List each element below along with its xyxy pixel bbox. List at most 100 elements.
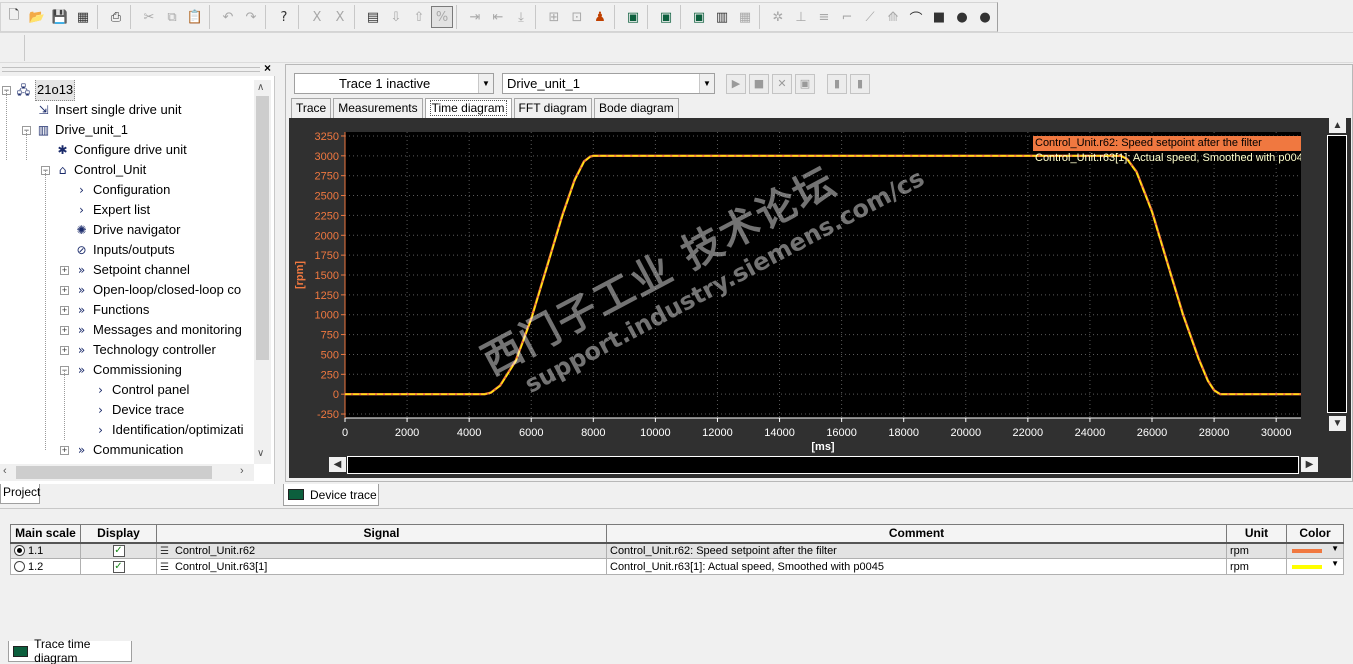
expand-icon[interactable]: +	[60, 285, 69, 295]
close-icon[interactable]: ×	[264, 61, 271, 75]
tab-measurements[interactable]: Measurements	[333, 98, 423, 118]
tab-project[interactable]: Project	[0, 484, 40, 504]
profile-icon[interactable]: ⊥	[790, 6, 812, 28]
stop-trace-button[interactable]: ■	[749, 74, 769, 94]
scroll-up-icon[interactable]: ▲	[1329, 118, 1346, 133]
diagram-horizontal-scrollbar[interactable]	[347, 456, 1299, 474]
tab-time-diagram[interactable]: Time diagram	[424, 98, 512, 118]
chevron-down-icon[interactable]: ▼	[699, 74, 714, 93]
main-scale-cell[interactable]: 1.1	[10, 542, 81, 559]
table-row[interactable]: 1.2 ✓ ☰ Control_Unit.r63[1] Control_Unit.r63…	[10, 558, 1344, 575]
expand-icon[interactable]: +	[60, 325, 69, 335]
tree-vertical-scrollbar[interactable]: ∧ ∨	[254, 80, 271, 464]
tab-trace-time-diagram[interactable]: Trace time diagram	[8, 637, 132, 664]
toolbar-grip[interactable]	[24, 35, 26, 61]
column-header[interactable]: Main scale	[10, 524, 81, 544]
chevron-down-icon[interactable]: ▼	[478, 74, 493, 93]
chevron-down-icon[interactable]: ▼	[1331, 560, 1339, 569]
tree-item[interactable]: −» Commissioning	[60, 360, 182, 380]
tree-item[interactable]: + » Messages and monitoring	[60, 320, 242, 340]
redo-icon[interactable]: ↷	[240, 6, 262, 28]
diagnostics-icon[interactable]: ⊡	[566, 6, 588, 28]
tab-device-trace[interactable]: Device trace	[283, 484, 379, 506]
cut-icon[interactable]: ✂	[138, 6, 160, 28]
oscilloscope-icon[interactable]: ▣	[688, 6, 710, 28]
trace-options-button[interactable]: ▮	[850, 74, 870, 94]
start-trace-button[interactable]: ▶	[726, 74, 746, 94]
tree-item[interactable]: − ⌂ Control_Unit	[41, 160, 146, 180]
save-icon[interactable]: 💾	[49, 6, 71, 28]
signal-cell[interactable]: ☰ Control_Unit.r63[1]	[156, 558, 607, 575]
display-cell[interactable]: ✓	[80, 542, 157, 559]
display-checkbox[interactable]: ✓	[112, 561, 125, 573]
legend-item[interactable]: Control_Unit.r62: Speed setpoint after t…	[1033, 136, 1301, 151]
font-style-icon[interactable]: X	[329, 6, 351, 28]
column-header[interactable]: Comment	[606, 524, 1227, 544]
font-icon[interactable]: X	[306, 6, 328, 28]
delete-trace-button[interactable]: ✕	[772, 74, 792, 94]
download-icon[interactable]: ⇩	[385, 6, 407, 28]
scroll-left-icon[interactable]: ‹	[3, 465, 7, 477]
signal-icon[interactable]: ▣	[655, 6, 677, 28]
copy-ram-rom-icon[interactable]: ⊞	[543, 6, 565, 28]
trace-icon[interactable]: ▣	[622, 6, 644, 28]
scroll-right-icon[interactable]: ▶	[1301, 457, 1318, 472]
tree-item[interactable]: + » Functions	[60, 300, 149, 320]
new-icon[interactable]: 🗋	[3, 6, 25, 28]
print-icon[interactable]: ⎙	[105, 6, 127, 28]
curve-icon[interactable]: ⌒	[905, 6, 927, 28]
tree-item[interactable]: › Configuration	[60, 180, 170, 200]
tree-item[interactable]: + » Communication	[60, 440, 183, 460]
tree-item[interactable]: › Expert list	[60, 200, 150, 220]
accessible-icon[interactable]: %	[431, 6, 453, 28]
tab-bode-diagram[interactable]: Bode diagram	[594, 98, 679, 118]
expand-icon[interactable]: +	[60, 445, 69, 455]
trace-select[interactable]: Trace 1 inactive ▼	[294, 73, 494, 94]
column-header[interactable]: Color	[1286, 524, 1344, 544]
highlight-icon[interactable]: ▤	[362, 6, 384, 28]
scroll-down-icon[interactable]: ∨	[257, 448, 264, 459]
main-scale-radio[interactable]	[14, 545, 25, 557]
help-icon[interactable]: ?	[273, 6, 295, 28]
device-select[interactable]: Drive_unit_1 ▼	[502, 73, 715, 94]
signal-cell[interactable]: ☰ Control_Unit.r62	[156, 542, 607, 559]
table-icon[interactable]: ▦	[734, 6, 756, 28]
tab-trace[interactable]: Trace	[291, 98, 332, 118]
tree-horizontal-scrollbar[interactable]: ‹ ›	[0, 464, 254, 481]
upload-icon[interactable]: ⇧	[408, 6, 430, 28]
disconnect-icon[interactable]: ⇤	[487, 6, 509, 28]
diagram-vertical-scrollbar[interactable]	[1327, 135, 1347, 413]
column-header[interactable]: Display	[80, 524, 157, 544]
circle1-icon[interactable]: ●	[951, 6, 973, 28]
measure-icon[interactable]: ▥	[711, 6, 733, 28]
color-cell[interactable]: ▼	[1286, 542, 1344, 559]
expand-icon[interactable]: +	[60, 345, 69, 355]
tree-item[interactable]: + » Open-loop/closed-loop co	[60, 280, 241, 300]
legend-item[interactable]: Control_Unit.r63[1]: Actual speed, Smoot…	[1033, 151, 1301, 166]
config-icon[interactable]: ✲	[767, 6, 789, 28]
column-header[interactable]: Signal	[156, 524, 607, 544]
display-cell[interactable]: ✓	[80, 558, 157, 575]
scroll-right-icon[interactable]: ›	[240, 465, 244, 477]
tree-item[interactable]: ⊘ Inputs/outputs	[60, 240, 174, 260]
undo-icon[interactable]: ↶	[217, 6, 239, 28]
ramp2-icon[interactable]: ⟋	[859, 6, 881, 28]
tree-item[interactable]: › Device trace	[79, 400, 184, 420]
scroll-thumb[interactable]	[256, 96, 269, 360]
tree-item[interactable]: − ▥ Drive_unit_1	[22, 120, 128, 140]
trace-settings-button[interactable]: ▮	[827, 74, 847, 94]
filter-icon[interactable]: ⟰	[882, 6, 904, 28]
tree-item[interactable]: ⇲ Insert single drive unit	[22, 100, 181, 120]
time-diagram-plot[interactable]: -250025050075010001250150017502000225025…	[289, 118, 1351, 478]
step-icon[interactable]: ⌐	[836, 6, 858, 28]
circle2-icon[interactable]: ●	[974, 6, 996, 28]
record-icon[interactable]: ■	[928, 6, 950, 28]
chevron-down-icon[interactable]: ▼	[1331, 544, 1339, 553]
display-checkbox[interactable]: ✓	[112, 545, 125, 558]
save-compile-icon[interactable]: ▦	[72, 6, 94, 28]
color-cell[interactable]: ▼	[1286, 558, 1344, 575]
column-header[interactable]: Unit	[1226, 524, 1287, 544]
tree-item[interactable]: + » Setpoint channel	[60, 260, 190, 280]
connect-icon[interactable]: ⇥	[464, 6, 486, 28]
scroll-up-icon[interactable]: ∧	[257, 82, 264, 93]
